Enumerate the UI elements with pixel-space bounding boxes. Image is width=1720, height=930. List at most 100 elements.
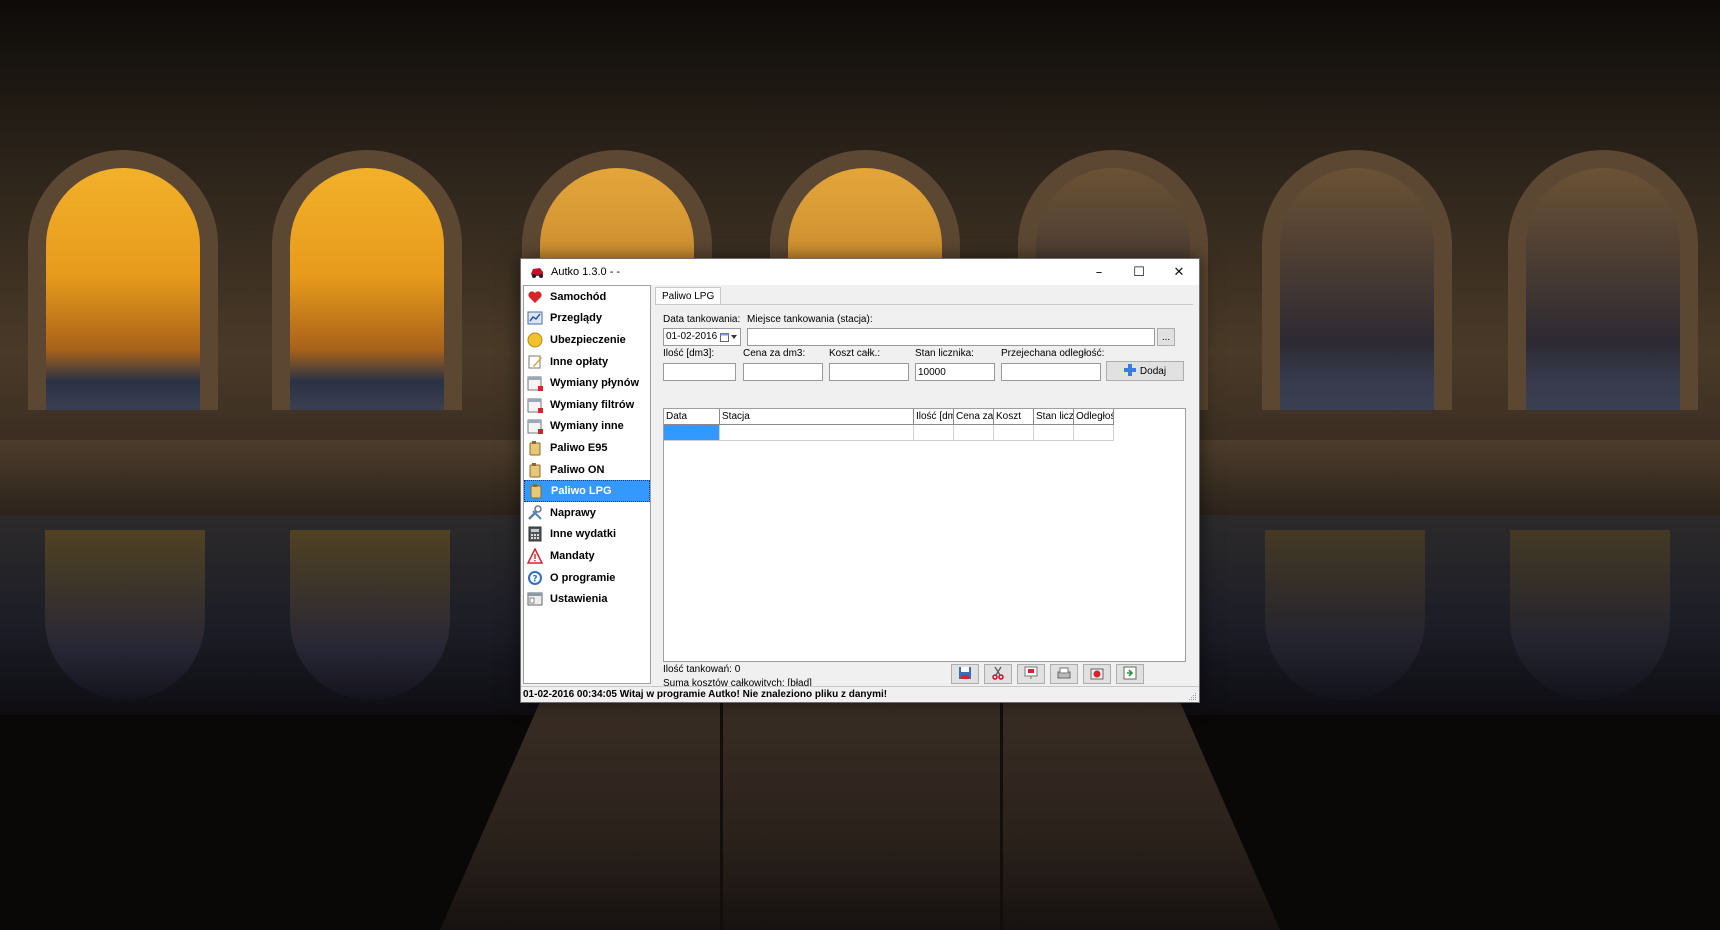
export-button[interactable] bbox=[1116, 664, 1144, 684]
table-cell[interactable] bbox=[994, 425, 1034, 441]
sidebar-nav: Samochód Przeglądy Ubezpieczenie Inne opłat… bbox=[523, 285, 651, 684]
column-header[interactable]: Stacja bbox=[720, 409, 914, 425]
calendar-dropdown-icon[interactable] bbox=[718, 330, 738, 344]
cut-icon bbox=[991, 666, 1005, 683]
tools-icon bbox=[526, 504, 544, 522]
sidebar-item-wymiany-inne[interactable]: Wymiany inne bbox=[524, 416, 650, 438]
browse-button[interactable]: ... bbox=[1157, 328, 1175, 346]
wallpaper-walkway bbox=[440, 700, 1280, 930]
sidebar-item-ubezpieczenie[interactable]: Ubezpieczenie bbox=[524, 329, 650, 351]
sidebar-item-inne-wydatki[interactable]: Inne wydatki bbox=[524, 524, 650, 546]
sidebar-item-paliwo-on[interactable]: Paliwo ON bbox=[524, 459, 650, 481]
delete-button[interactable] bbox=[1083, 664, 1111, 684]
wallpaper-arch bbox=[1508, 150, 1698, 410]
calendar-icon bbox=[526, 417, 544, 435]
wallpaper-tile-line bbox=[1000, 700, 1003, 930]
price-label: Cena za dm3: bbox=[743, 348, 806, 359]
add-button[interactable]: Dodaj bbox=[1106, 361, 1184, 381]
status-bar: 01-02-2016 00:34:05 Witaj w programie Au… bbox=[521, 686, 1199, 702]
table-cell[interactable] bbox=[664, 425, 720, 441]
presentation-button[interactable] bbox=[1017, 664, 1045, 684]
sidebar-item-paliwo-lpg[interactable]: Paliwo LPG bbox=[524, 480, 650, 502]
table-cell[interactable] bbox=[954, 425, 994, 441]
column-header[interactable]: Cena za dm3 bbox=[954, 409, 994, 425]
table-header: DataStacjaIlość [dm3]Cena za dm3KosztSta… bbox=[664, 409, 1114, 425]
sidebar-item-paliwo-e95[interactable]: Paliwo E95 bbox=[524, 437, 650, 459]
sidebar-item-label: Paliwo E95 bbox=[550, 441, 608, 454]
sidebar-item-o-programie[interactable]: ? O programie bbox=[524, 567, 650, 589]
column-header[interactable]: Ilość [dm3] bbox=[914, 409, 954, 425]
sidebar-item-label: Samochód bbox=[550, 290, 607, 303]
cut-button[interactable] bbox=[984, 664, 1012, 684]
distance-input[interactable] bbox=[1001, 363, 1101, 381]
sidebar-item-label: Mandaty bbox=[550, 549, 595, 562]
date-picker[interactable]: 01-02-2016 bbox=[663, 328, 741, 346]
wallpaper-reflection bbox=[290, 530, 450, 700]
export-icon bbox=[1123, 666, 1137, 683]
sidebar-item-label: Inne opłaty bbox=[550, 355, 609, 368]
wallpaper-reflection bbox=[1265, 530, 1425, 700]
date-label: Data tankowania: bbox=[663, 314, 741, 325]
sidebar-item-przeglady[interactable]: Przeglądy bbox=[524, 308, 650, 330]
calculator-icon bbox=[526, 525, 544, 543]
save-button[interactable] bbox=[951, 664, 979, 684]
sidebar-item-label: Przeglądy bbox=[550, 312, 602, 325]
window-title: Autko 1.3.0 - - bbox=[551, 266, 621, 278]
close-button[interactable]: ✕ bbox=[1159, 259, 1199, 285]
sidebar-item-wymiany-filtrow[interactable]: Wymiany filtrów bbox=[524, 394, 650, 416]
presentation-icon bbox=[1024, 666, 1038, 683]
sidebar-item-samochod[interactable]: Samochód bbox=[524, 286, 650, 308]
wallpaper-arch bbox=[28, 150, 218, 410]
tab-paliwo-lpg[interactable]: Paliwo LPG bbox=[655, 287, 722, 305]
calendar-icon bbox=[526, 396, 544, 414]
date-value: 01-02-2016 bbox=[666, 331, 718, 342]
fuel-can-icon bbox=[527, 482, 545, 500]
sidebar-item-ustawienia[interactable]: Ustawienia bbox=[524, 588, 650, 610]
sidebar-item-naprawy[interactable]: Naprawy bbox=[524, 502, 650, 524]
print-button[interactable] bbox=[1050, 664, 1078, 684]
table-cell[interactable] bbox=[914, 425, 954, 441]
chart-icon bbox=[526, 309, 544, 327]
odometer-input[interactable] bbox=[915, 363, 995, 381]
column-header[interactable]: Koszt bbox=[994, 409, 1034, 425]
sidebar-item-label: Wymiany inne bbox=[550, 420, 624, 433]
delete-icon bbox=[1090, 666, 1104, 683]
maximize-button[interactable]: ☐ bbox=[1119, 259, 1159, 285]
table-cell[interactable] bbox=[1034, 425, 1074, 441]
save-icon bbox=[958, 666, 972, 683]
distance-label: Przejechana odległość: bbox=[1001, 348, 1105, 359]
car-app-icon bbox=[528, 263, 546, 281]
station-input[interactable] bbox=[747, 328, 1155, 346]
shield-coin-icon bbox=[526, 331, 544, 349]
resize-grip-icon[interactable] bbox=[1187, 691, 1197, 701]
table-cell[interactable] bbox=[720, 425, 914, 441]
title-bar[interactable]: Autko 1.3.0 - - – ☐ ✕ bbox=[521, 259, 1199, 285]
column-header[interactable]: Data bbox=[664, 409, 720, 425]
sidebar-item-label: O programie bbox=[550, 571, 616, 584]
refuel-count: Ilość tankowań: 0 bbox=[663, 664, 741, 675]
warning-icon bbox=[526, 547, 544, 565]
svg-text:?: ? bbox=[532, 574, 537, 584]
plus-icon bbox=[1123, 363, 1136, 379]
sidebar-item-inne-oplaty[interactable]: Inne opłaty bbox=[524, 351, 650, 373]
settings-window-icon bbox=[526, 590, 544, 608]
price-input[interactable] bbox=[743, 363, 823, 381]
table-cell[interactable] bbox=[1074, 425, 1114, 441]
add-button-label: Dodaj bbox=[1139, 365, 1167, 377]
fuel-can-icon bbox=[526, 439, 544, 457]
wallpaper-arch bbox=[1262, 150, 1452, 410]
table-row[interactable] bbox=[664, 425, 1114, 441]
sidebar-item-label: Naprawy bbox=[550, 506, 596, 519]
status-message: 01-02-2016 00:34:05 Witaj w programie Au… bbox=[523, 689, 888, 700]
sidebar-item-label: Wymiany płynów bbox=[550, 377, 640, 390]
column-header[interactable]: Odległość bbox=[1074, 409, 1114, 425]
fuel-records-table[interactable]: DataStacjaIlość [dm3]Cena za dm3KosztSta… bbox=[663, 408, 1186, 662]
column-header[interactable]: Stan licz. bbox=[1034, 409, 1074, 425]
minimize-button[interactable]: – bbox=[1079, 259, 1119, 285]
sidebar-item-wymiany-plynow[interactable]: Wymiany płynów bbox=[524, 372, 650, 394]
amount-input[interactable] bbox=[663, 363, 736, 381]
sidebar-item-label: Ubezpieczenie bbox=[550, 333, 626, 346]
calendar-icon bbox=[526, 374, 544, 392]
sidebar-item-mandaty[interactable]: Mandaty bbox=[524, 545, 650, 567]
total-cost-input[interactable] bbox=[829, 363, 909, 381]
